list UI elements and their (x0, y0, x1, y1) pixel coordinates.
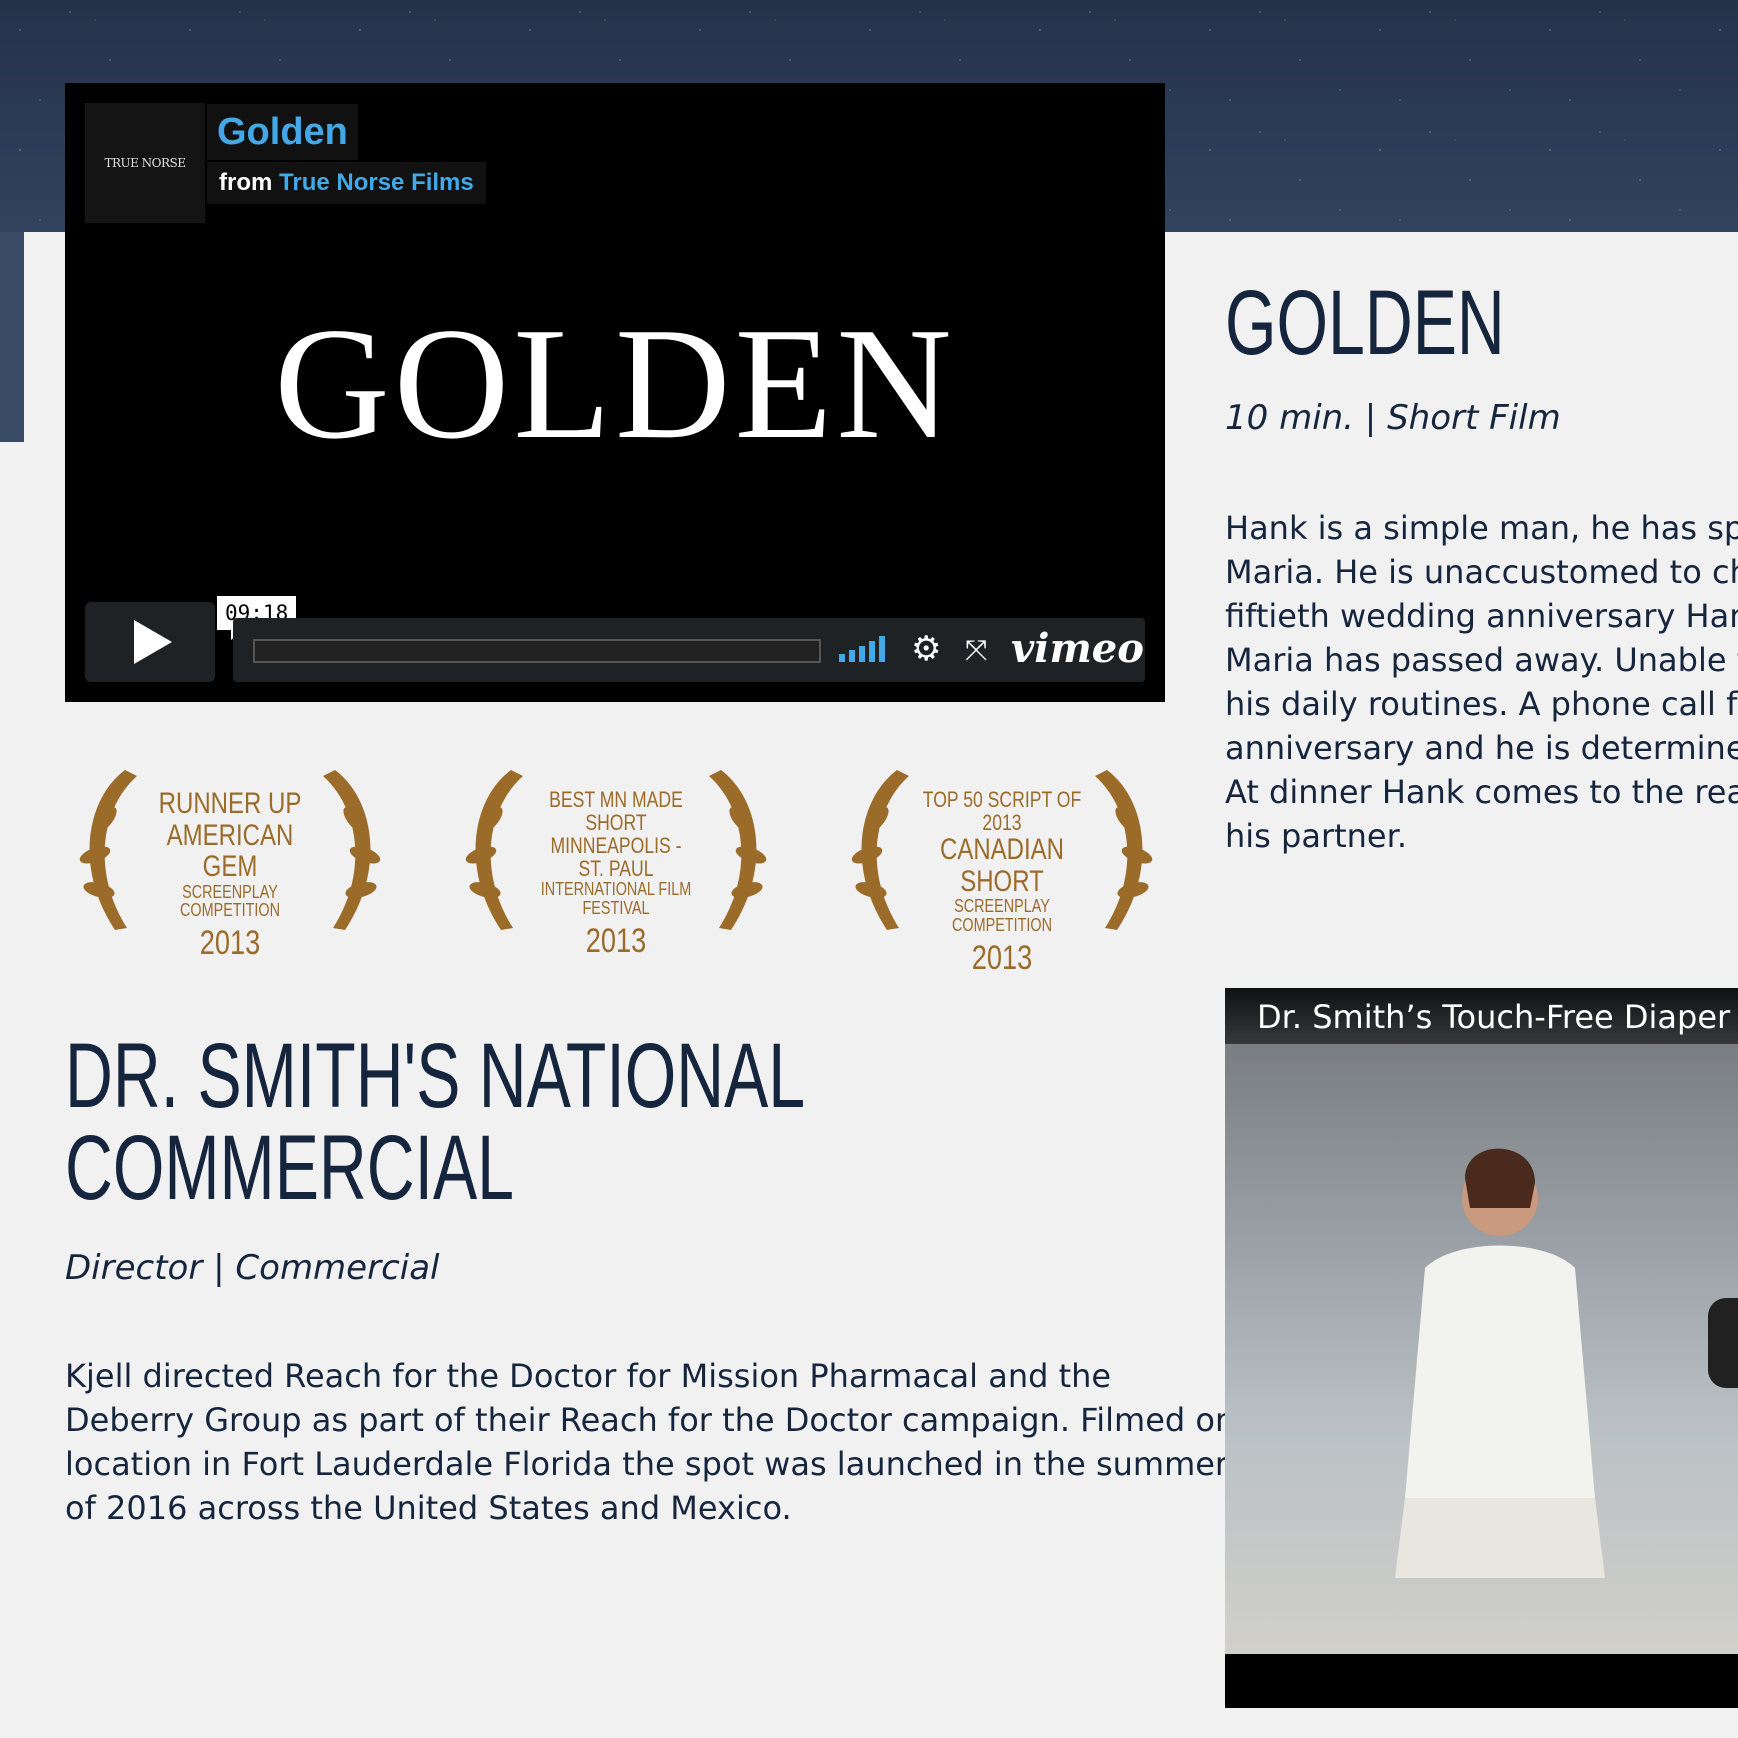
drsmith-title-line1: DR. SMITH'S NATIONAL (65, 1025, 806, 1127)
play-icon (134, 620, 172, 664)
youtube-video-player[interactable]: Dr. Smith’s Touch-Free Diaper (1225, 988, 1738, 1708)
drsmith-title-line2: COMMERCIAL (65, 1117, 514, 1219)
video-byline: from True Norse Films (207, 162, 486, 204)
golden-desc-line: his daily routines. A phone call fro (1225, 685, 1738, 723)
golden-description: Hank is a simple man, he has spen Maria.… (1225, 506, 1738, 858)
golden-desc-line: Maria. He is unaccustomed to char (1225, 553, 1738, 591)
drsmith-desc-line: of 2016 across the United States and Mex… (65, 1489, 792, 1527)
golden-desc-line: Maria has passed away. Unable to (1225, 641, 1738, 679)
vimeo-logo-link[interactable]: vimeo (1011, 624, 1144, 674)
youtube-title-bar: Dr. Smith’s Touch-Free Diaper (1225, 988, 1738, 1044)
laurel-line2: AMERICAN GEM (166, 818, 294, 883)
golden-desc-line: At dinner Hank comes to the realiz (1225, 773, 1738, 811)
golden-desc-line: anniversary and he is determined t (1225, 729, 1738, 767)
laurel-line1: TOP 50 SCRIPT OF 2013 (922, 787, 1082, 836)
laurel-line1: RUNNER UP (158, 787, 302, 820)
laurel-line2: MINNEAPOLIS - ST. PAUL (550, 833, 682, 882)
golden-section-title: GOLDEN (1225, 272, 1505, 374)
golden-desc-line: Hank is a simple man, he has spen (1225, 509, 1738, 547)
video-thumbnail-figure (1395, 1148, 1605, 1578)
fullscreen-icon[interactable]: ⤧ (965, 635, 987, 665)
drsmith-description: Kjell directed Reach for the Doctor for … (65, 1354, 1236, 1530)
play-button[interactable] (85, 602, 215, 682)
progress-bar[interactable] (253, 639, 821, 663)
laurel-award: RUNNER UP AMERICAN GEM SCREENPLAY COMPET… (65, 760, 395, 961)
youtube-bottom-bar (1225, 1654, 1738, 1708)
drsmith-section-title: DR. SMITH'S NATIONAL COMMERCIAL (65, 1030, 805, 1214)
golden-meta: 10 min. | Short Film (1225, 398, 1561, 438)
drsmith-desc-line: location in Fort Lauderdale Florida the … (65, 1445, 1229, 1483)
laurel-year: 2013 (971, 938, 1033, 977)
player-controls-bar: ⚙ ⤧ vimeo (233, 618, 1145, 682)
volume-icon[interactable] (839, 636, 887, 662)
laurel-line3: SCREENPLAY COMPETITION (180, 881, 280, 921)
golden-desc-line: his partner. (1225, 817, 1407, 855)
settings-gear-icon[interactable]: ⚙ (911, 632, 941, 666)
laurel-award: BEST MN MADE SHORT MINNEAPOLIS - ST. PAU… (451, 760, 781, 959)
owner-link[interactable]: True Norse Films (279, 169, 474, 196)
laurel-line1: BEST MN MADE SHORT (549, 787, 683, 836)
drsmith-meta: Director | Commercial (65, 1248, 440, 1288)
vimeo-video-player[interactable]: TRUE NORSE Golden from True Norse Films … (65, 83, 1165, 702)
golden-desc-line: fiftieth wedding anniversary Hank (1225, 597, 1738, 635)
laurel-year: 2013 (199, 924, 261, 963)
laurel-line2: CANADIAN SHORT (939, 833, 1065, 898)
video-poster-title: GOLDEN (274, 294, 956, 472)
laurel-line3: INTERNATIONAL FILM FESTIVAL (540, 879, 692, 919)
byline-prefix: from (219, 169, 273, 196)
award-laurels: RUNNER UP AMERICAN GEM SCREENPLAY COMPET… (65, 760, 1167, 976)
video-title-link[interactable]: Golden (207, 104, 358, 160)
laurel-line3: SCREENPLAY COMPETITION (952, 896, 1052, 936)
youtube-play-button[interactable] (1708, 1298, 1738, 1388)
drsmith-desc-line: Kjell directed Reach for the Doctor for … (65, 1357, 1112, 1395)
channel-logo-text: TRUE NORSE (104, 156, 186, 170)
channel-logo[interactable]: TRUE NORSE (85, 103, 205, 223)
laurel-year: 2013 (585, 922, 647, 961)
left-edge-strip (0, 232, 24, 442)
laurel-award: TOP 50 SCRIPT OF 2013 CANADIAN SHORT SCR… (837, 760, 1167, 976)
youtube-video-title[interactable]: Dr. Smith’s Touch-Free Diaper (1257, 998, 1730, 1036)
drsmith-desc-line: Deberry Group as part of their Reach for… (65, 1401, 1236, 1439)
